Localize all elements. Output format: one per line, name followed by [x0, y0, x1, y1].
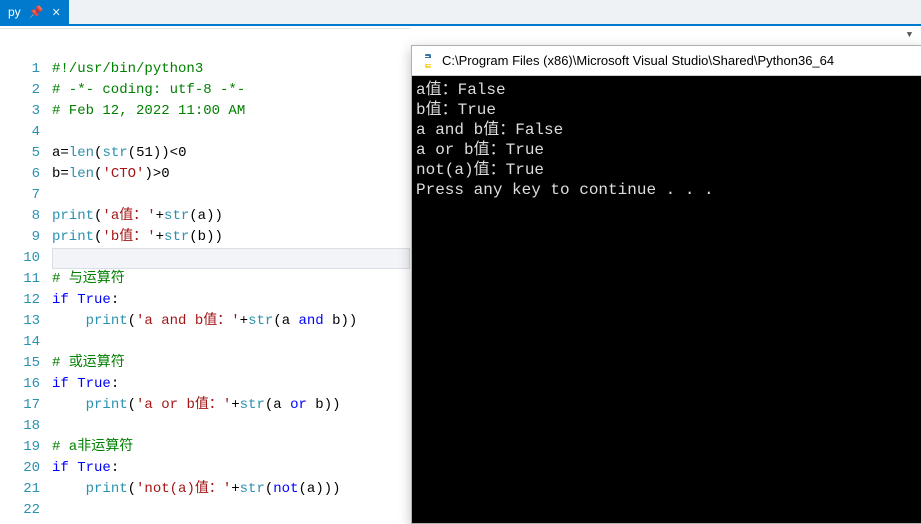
code-line[interactable]: if True:	[52, 290, 410, 311]
code-line[interactable]: # a非运算符	[52, 437, 410, 458]
code-line[interactable]: # Feb 12, 2022 11:00 AM	[52, 101, 410, 122]
code-line[interactable]: # -*- coding: utf-8 -*-	[52, 80, 410, 101]
line-number: 14	[0, 332, 40, 353]
line-number: 21	[0, 479, 40, 500]
tab-bar: py 📌 ✕	[0, 0, 921, 26]
line-number-gutter: 12345678910111213141516171819202122	[0, 59, 52, 524]
line-number: 18	[0, 416, 40, 437]
code-line[interactable]: # 或运算符	[52, 353, 410, 374]
code-line[interactable]	[52, 185, 410, 206]
tab-label: py	[8, 5, 21, 19]
pin-icon[interactable]: 📌	[29, 5, 44, 19]
line-number: 13	[0, 311, 40, 332]
code-line[interactable]: # 与运算符	[52, 269, 410, 290]
line-number: 11	[0, 269, 40, 290]
line-number: 20	[0, 458, 40, 479]
line-number: 6	[0, 164, 40, 185]
code-line[interactable]: a=len(str(51))<0	[52, 143, 410, 164]
code-line[interactable]: print('a or b值：'+str(a or b))	[52, 395, 410, 416]
code-line[interactable]: print('a值：'+str(a))	[52, 206, 410, 227]
close-icon[interactable]: ✕	[52, 6, 61, 19]
console-output[interactable]: a值：False b值：True a and b值：False a or b值：…	[412, 76, 921, 523]
line-number: 1	[0, 59, 40, 80]
code-line[interactable]	[52, 248, 410, 269]
code-line[interactable]: b=len('CTO')>0	[52, 164, 410, 185]
code-line[interactable]: if True:	[52, 374, 410, 395]
code-line[interactable]	[52, 332, 410, 353]
console-window: C:\Program Files (x86)\Microsoft Visual …	[411, 45, 921, 524]
code-line[interactable]	[52, 122, 410, 143]
active-tab[interactable]: py 📌 ✕	[0, 0, 69, 24]
code-line[interactable]: if True:	[52, 458, 410, 479]
console-title-text: C:\Program Files (x86)\Microsoft Visual …	[442, 53, 834, 68]
scroll-up-button[interactable]: ▼	[901, 30, 918, 40]
line-number: 7	[0, 185, 40, 206]
code-line[interactable]	[52, 416, 410, 437]
line-number: 4	[0, 122, 40, 143]
line-number: 3	[0, 101, 40, 122]
line-number: 8	[0, 206, 40, 227]
line-number: 2	[0, 80, 40, 101]
code-line[interactable]: print('a and b值：'+str(a and b))	[52, 311, 410, 332]
line-number: 19	[0, 437, 40, 458]
line-number: 16	[0, 374, 40, 395]
code-line[interactable]	[52, 500, 410, 521]
code-line[interactable]: #!/usr/bin/python3	[52, 59, 410, 80]
line-number: 17	[0, 395, 40, 416]
line-number: 22	[0, 500, 40, 521]
python-icon	[420, 53, 436, 69]
line-number: 10	[0, 248, 40, 269]
code-line[interactable]: print('not(a)值：'+str(not(a)))	[52, 479, 410, 500]
line-number: 12	[0, 290, 40, 311]
line-number: 5	[0, 143, 40, 164]
code-line[interactable]: print('b值：'+str(b))	[52, 227, 410, 248]
line-number: 15	[0, 353, 40, 374]
code-editor[interactable]: 12345678910111213141516171819202122 #!/u…	[0, 28, 410, 524]
code-content[interactable]: #!/usr/bin/python3# -*- coding: utf-8 -*…	[52, 59, 410, 524]
line-number: 9	[0, 227, 40, 248]
console-title-bar[interactable]: C:\Program Files (x86)\Microsoft Visual …	[412, 46, 921, 76]
